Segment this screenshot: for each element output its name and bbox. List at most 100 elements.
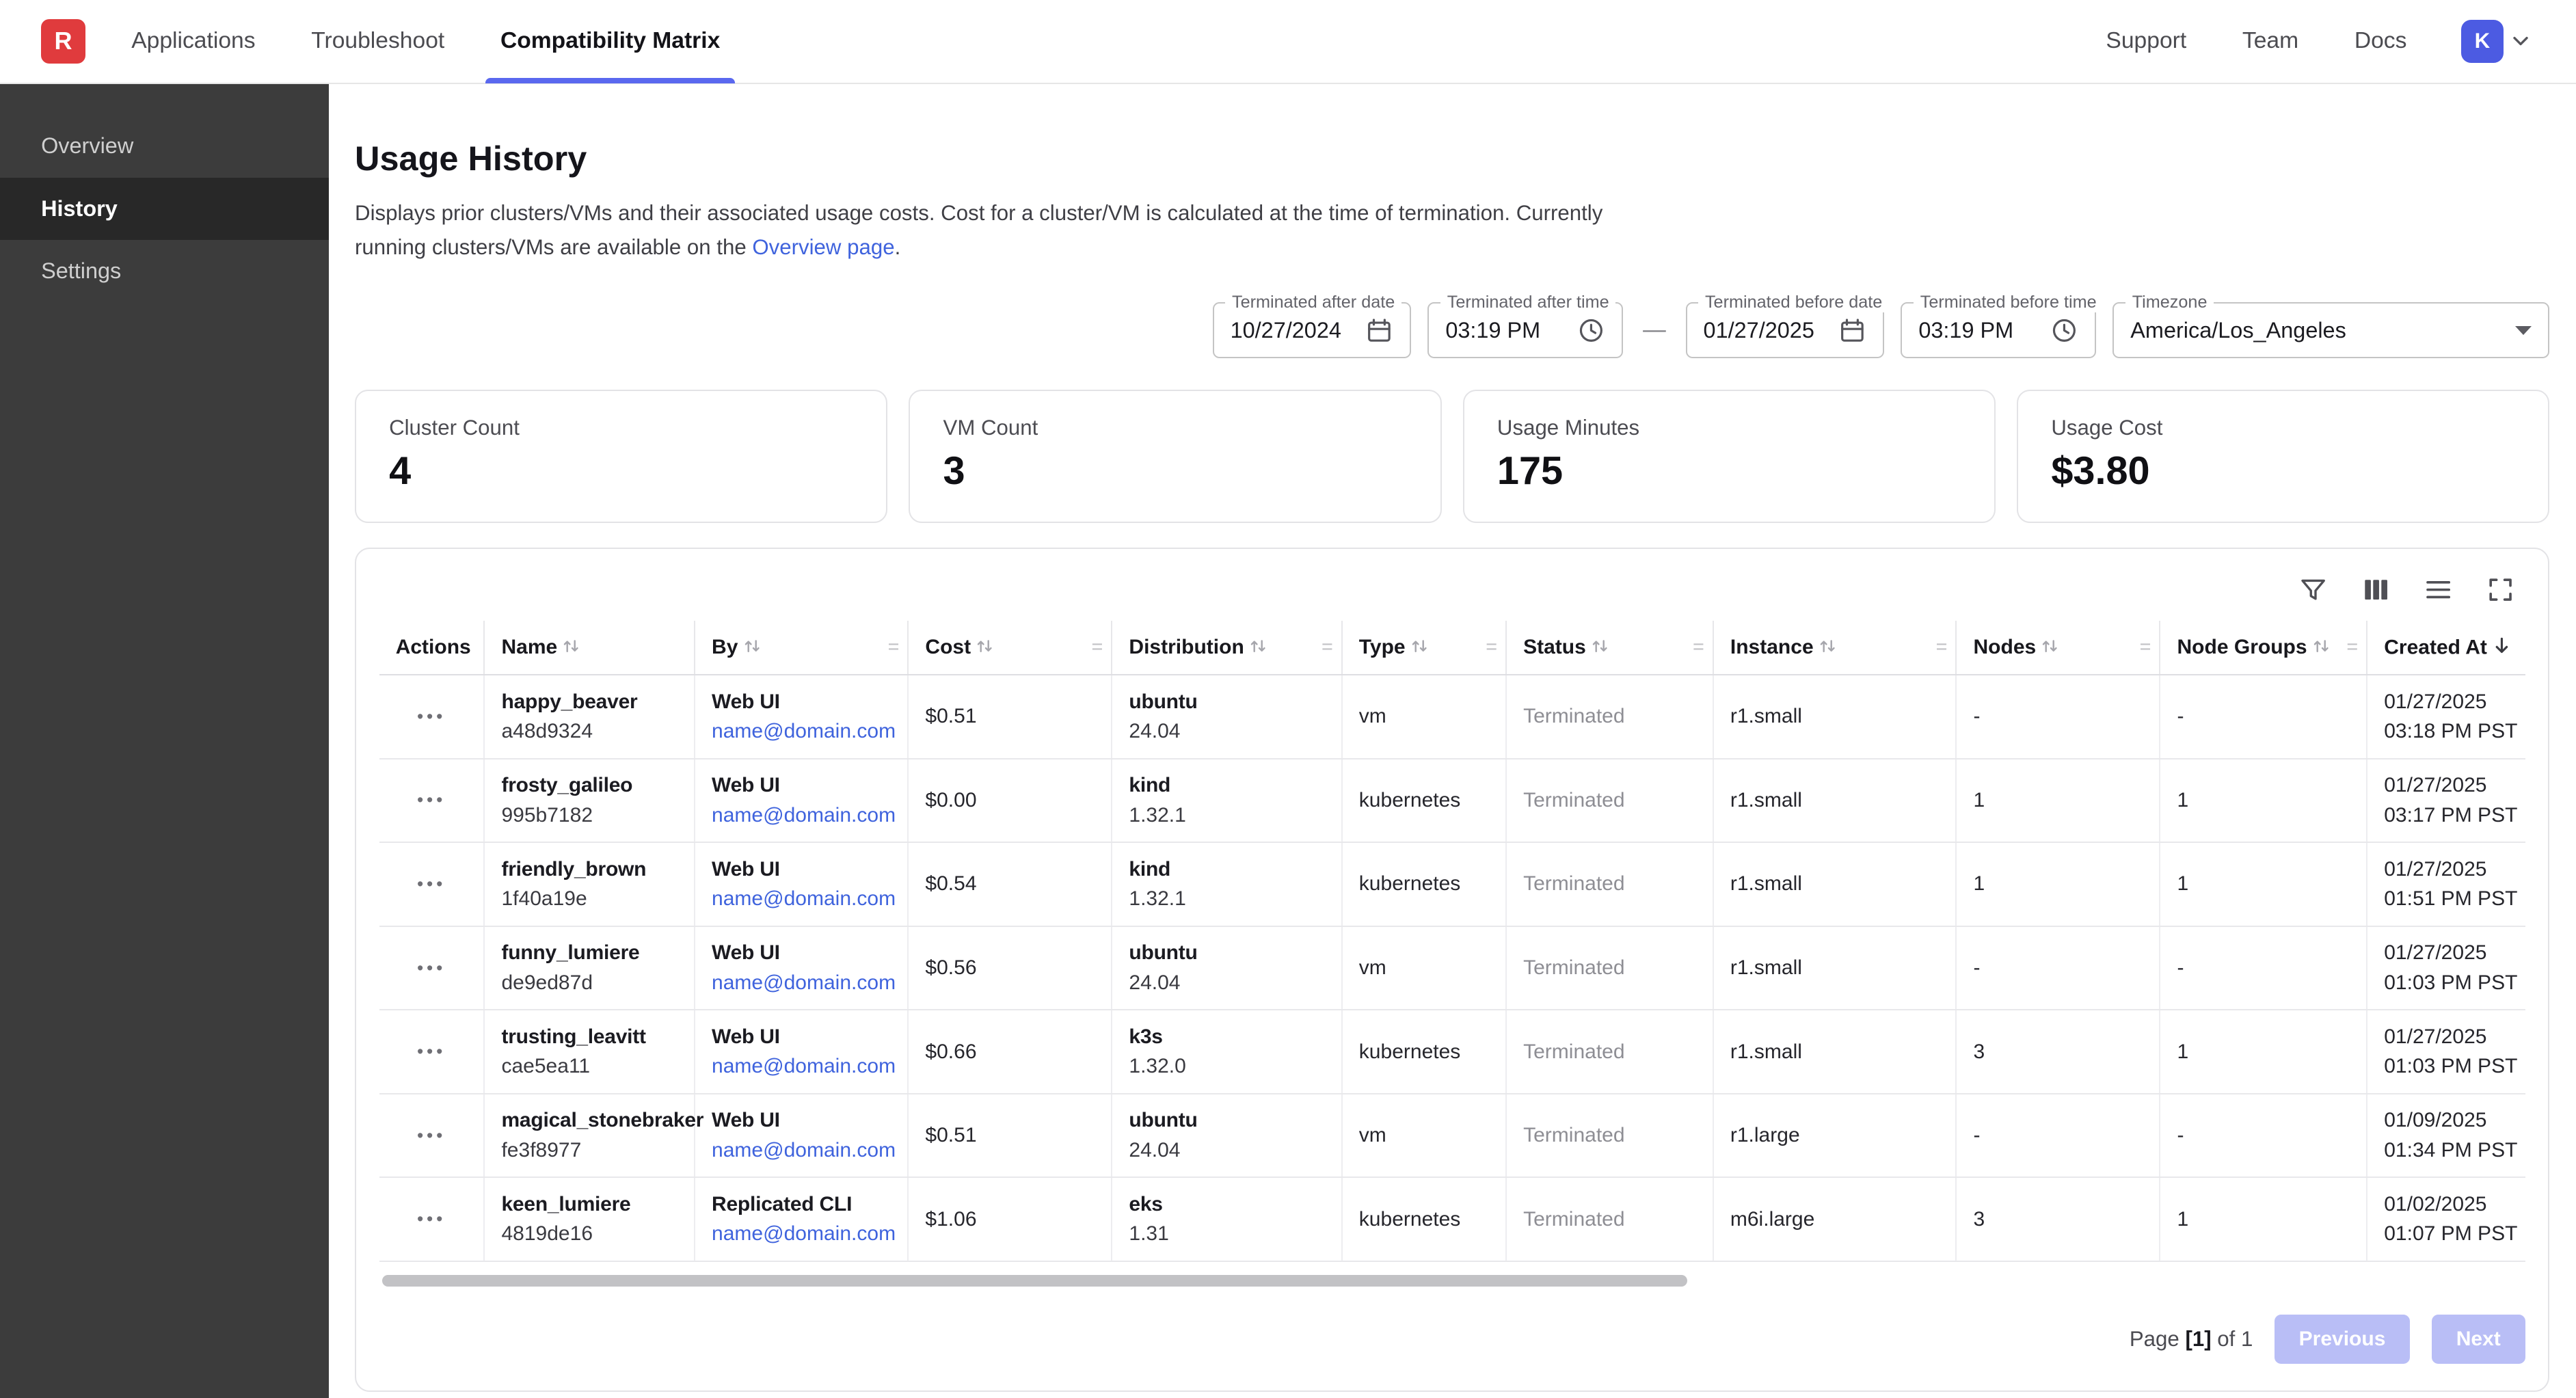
row-actions-button[interactable]: ••• <box>410 783 452 818</box>
row-actions-button[interactable]: ••• <box>410 1034 452 1068</box>
column-header-created-at[interactable]: Created At <box>2367 621 2525 675</box>
previous-page-button[interactable]: Previous <box>2275 1315 2411 1364</box>
table-row: ••• magical_stonebrakerfe3f8977 Web UIna… <box>379 1094 2525 1178</box>
row-actions-button[interactable]: ••• <box>410 867 452 901</box>
instance-value: r1.small <box>1730 872 1802 895</box>
status-badge: Terminated <box>1523 1208 1624 1231</box>
nodes-value: 1 <box>1974 789 1985 811</box>
type-value: kubernetes <box>1359 872 1461 895</box>
created-date: 01/27/2025 <box>2384 690 2509 714</box>
distribution-name: ubuntu <box>1129 941 1324 965</box>
sidebar-item-overview[interactable]: Overview <box>0 115 329 177</box>
row-actions-button[interactable]: ••• <box>410 1202 452 1237</box>
column-resize-handle[interactable]: = <box>1936 636 1948 659</box>
clock-icon[interactable] <box>2050 317 2078 345</box>
table-toolbar <box>379 565 2525 621</box>
created-time: 01:03 PM PST <box>2384 1055 2509 1078</box>
type-value: vm <box>1359 1124 1386 1146</box>
terminated-after-date-label: Terminated after date <box>1225 293 1401 312</box>
created-date: 01/09/2025 <box>2384 1109 2509 1132</box>
calendar-icon[interactable] <box>1838 317 1866 345</box>
cluster-name: friendly_brown <box>501 858 677 881</box>
scrollbar-thumb[interactable] <box>382 1275 1687 1287</box>
sidebar-item-history[interactable]: History <box>0 178 329 240</box>
created-by-email-link[interactable]: name@domain.com <box>712 887 891 911</box>
column-header-distribution[interactable]: Distribution= <box>1112 621 1341 675</box>
nav-item-troubleshoot[interactable]: Troubleshoot <box>311 0 444 83</box>
table-row: ••• trusting_leavittcae5ea11 Web UIname@… <box>379 1010 2525 1094</box>
filter-button[interactable] <box>2298 575 2328 604</box>
column-header-instance[interactable]: Instance= <box>1713 621 1957 675</box>
type-value: vm <box>1359 705 1386 727</box>
sort-icon <box>743 637 761 655</box>
column-resize-handle[interactable]: = <box>2346 636 2358 659</box>
created-by-email-link[interactable]: name@domain.com <box>712 1139 891 1162</box>
nav-item-docs[interactable]: Docs <box>2354 28 2407 54</box>
sidebar-item-settings[interactable]: Settings <box>0 240 329 302</box>
status-badge: Terminated <box>1523 872 1624 895</box>
stat-value: 3 <box>943 448 1408 494</box>
nodes-value: 3 <box>1974 1040 1985 1063</box>
column-header-nodes[interactable]: Nodes= <box>1956 621 2160 675</box>
nav-item-compatibility-matrix[interactable]: Compatibility Matrix <box>500 0 720 83</box>
timezone-select[interactable]: Timezone America/Los_Angeles <box>2112 302 2549 358</box>
column-label: Name <box>501 636 557 658</box>
created-by-email-link[interactable]: name@domain.com <box>712 720 891 743</box>
column-header-by[interactable]: By = <box>695 621 908 675</box>
terminated-before-date-label: Terminated before date <box>1698 293 1889 312</box>
sort-icon <box>1410 637 1428 655</box>
description-text: Displays prior clusters/VMs and their as… <box>355 201 1602 259</box>
column-resize-handle[interactable]: = <box>1693 636 1704 659</box>
terminated-before-time-field[interactable]: Terminated before time 03:19 PM <box>1901 302 2096 358</box>
distribution-name: ubuntu <box>1129 690 1324 714</box>
account-menu-button[interactable]: K <box>2461 20 2534 62</box>
distribution-version: 24.04 <box>1129 720 1324 743</box>
horizontal-scrollbar <box>382 1275 2522 1287</box>
column-header-cost[interactable]: Cost= <box>908 621 1112 675</box>
node-groups-value: 1 <box>2177 1208 2188 1231</box>
created-by-email-link[interactable]: name@domain.com <box>712 1055 891 1078</box>
terminated-after-time-field[interactable]: Terminated after time 03:19 PM <box>1427 302 1623 358</box>
column-header-type[interactable]: Type= <box>1342 621 1506 675</box>
density-button[interactable] <box>2424 575 2453 604</box>
type-value: vm <box>1359 956 1386 979</box>
created-by-email-link[interactable]: name@domain.com <box>712 804 891 827</box>
row-actions-button[interactable]: ••• <box>410 699 452 734</box>
columns-button[interactable] <box>2361 575 2391 604</box>
terminated-after-date-field[interactable]: Terminated after date 10/27/2024 <box>1213 302 1412 358</box>
column-header-name[interactable]: Name <box>484 621 695 675</box>
table-row: ••• friendly_brown1f40a19e Web UIname@do… <box>379 842 2525 926</box>
created-by-email-link[interactable]: name@domain.com <box>712 1222 891 1246</box>
distribution-version: 1.31 <box>1129 1222 1324 1246</box>
chevron-down-icon <box>2508 29 2533 53</box>
created-by: Web UI <box>712 941 891 965</box>
created-by-email-link[interactable]: name@domain.com <box>712 971 891 995</box>
fullscreen-button[interactable] <box>2486 575 2515 604</box>
overview-page-link[interactable]: Overview page <box>752 235 894 259</box>
column-header-status[interactable]: Status= <box>1506 621 1713 675</box>
nav-item-support[interactable]: Support <box>2106 28 2186 54</box>
row-actions-button[interactable]: ••• <box>410 951 452 985</box>
calendar-icon[interactable] <box>1365 317 1393 345</box>
distribution-name: ubuntu <box>1129 1109 1324 1132</box>
column-label: Created At <box>2384 636 2487 658</box>
page-description: Displays prior clusters/VMs and their as… <box>355 196 1661 265</box>
nav-item-applications[interactable]: Applications <box>131 0 255 83</box>
column-header-node-groups[interactable]: Node Groups= <box>2160 621 2367 675</box>
column-resize-handle[interactable]: = <box>2140 636 2151 659</box>
next-page-button[interactable]: Next <box>2432 1315 2525 1364</box>
row-actions-button[interactable]: ••• <box>410 1118 452 1153</box>
clock-icon[interactable] <box>1577 317 1605 345</box>
column-label: By <box>712 636 738 658</box>
replicated-logo[interactable]: R <box>41 19 85 64</box>
column-resize-handle[interactable]: = <box>888 636 900 659</box>
column-resize-handle[interactable]: = <box>1092 636 1103 659</box>
terminated-before-time-label: Terminated before time <box>1914 293 2103 312</box>
terminated-before-date-field[interactable]: Terminated before date 01/27/2025 <box>1686 302 1885 358</box>
column-resize-handle[interactable]: = <box>1321 636 1333 659</box>
sort-icon <box>1819 637 1836 655</box>
column-resize-handle[interactable]: = <box>1486 636 1497 659</box>
nav-item-team[interactable]: Team <box>2242 28 2298 54</box>
avatar[interactable]: K <box>2461 20 2504 62</box>
type-value: kubernetes <box>1359 1208 1461 1231</box>
